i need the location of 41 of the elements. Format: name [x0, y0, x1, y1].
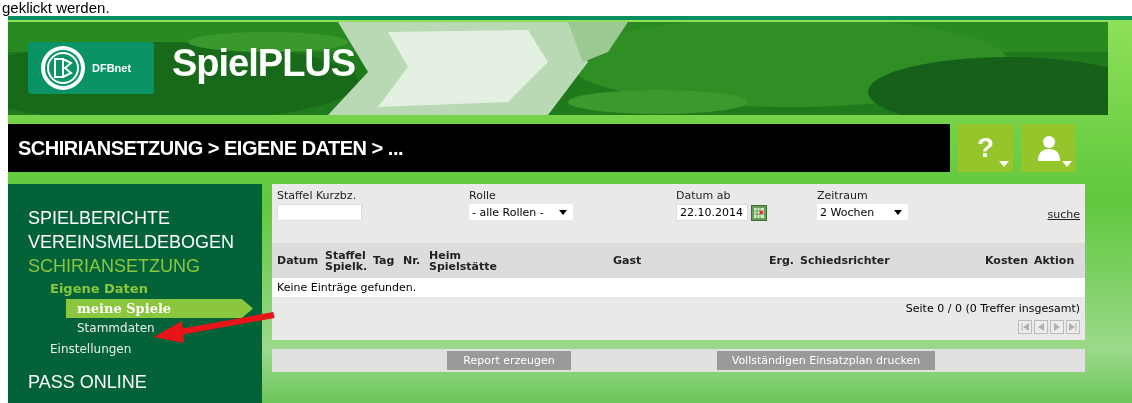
sidebar-item[interactable]: SPIELBERICHTE: [8, 206, 262, 230]
column-header: Staffel Spielk.: [325, 249, 369, 272]
caption-text: geklickt werden.: [1, 0, 111, 16]
input-field[interactable]: [277, 204, 362, 221]
user-icon: [1037, 135, 1060, 161]
caret-icon: [559, 209, 567, 215]
crest-icon: [40, 45, 86, 91]
dropdown[interactable]: 2 Wochen: [817, 204, 908, 220]
sidebar-item[interactable]: Eigene Daten: [8, 278, 262, 299]
breadcrumb: SCHIRIANSETZUNG > EIGENE DATEN > ...: [18, 136, 404, 160]
column-header: Aktion: [1034, 255, 1076, 266]
logo-text: DFBnet: [92, 62, 132, 74]
column-header: Schiedsrichter: [800, 255, 891, 266]
column-header: Erg.: [768, 255, 795, 266]
pagination-summary: Seite 0 / 0 (0 Treffer insgesamt): [905, 302, 1080, 315]
logo[interactable]: DFBnet: [28, 42, 154, 94]
field-label: Datum ab: [676, 189, 732, 202]
site-title: SpielPLUS: [172, 42, 356, 85]
sidebar-item[interactable]: VEREINSMELDEBOGEN: [8, 230, 262, 254]
caret-icon: [1062, 161, 1072, 167]
search-link[interactable]: suche: [1047, 208, 1080, 221]
empty-message: Keine Einträge gefunden.: [277, 281, 417, 294]
sidebar-item[interactable]: Einstellungen: [8, 339, 262, 360]
column-header: Gast: [613, 255, 643, 266]
field-label: Staffel Kurzbz.: [277, 189, 358, 202]
date-field[interactable]: 22.10.2014: [676, 204, 748, 221]
field-label: Rolle: [469, 189, 497, 202]
column-header: Heim Spielstätte: [429, 249, 498, 272]
field-label: Zeitraum: [817, 189, 869, 202]
caret-icon: [999, 161, 1009, 167]
column-header: Nr.: [403, 255, 422, 266]
sidebar-item[interactable]: Stammdaten: [66, 318, 262, 339]
user-button[interactable]: [1021, 124, 1076, 172]
calendar-icon: [751, 204, 767, 221]
column-header: Tag: [373, 255, 396, 266]
caret-icon: [894, 209, 902, 215]
sidebar-item[interactable]: SCHIRIANSETZUNG: [8, 254, 262, 278]
sidebar-item[interactable]: PASS ONLINE: [8, 370, 262, 394]
dropdown[interactable]: - alle Rollen -: [469, 204, 573, 220]
column-header: Kosten: [984, 255, 1029, 266]
column-header: Datum: [277, 255, 320, 266]
